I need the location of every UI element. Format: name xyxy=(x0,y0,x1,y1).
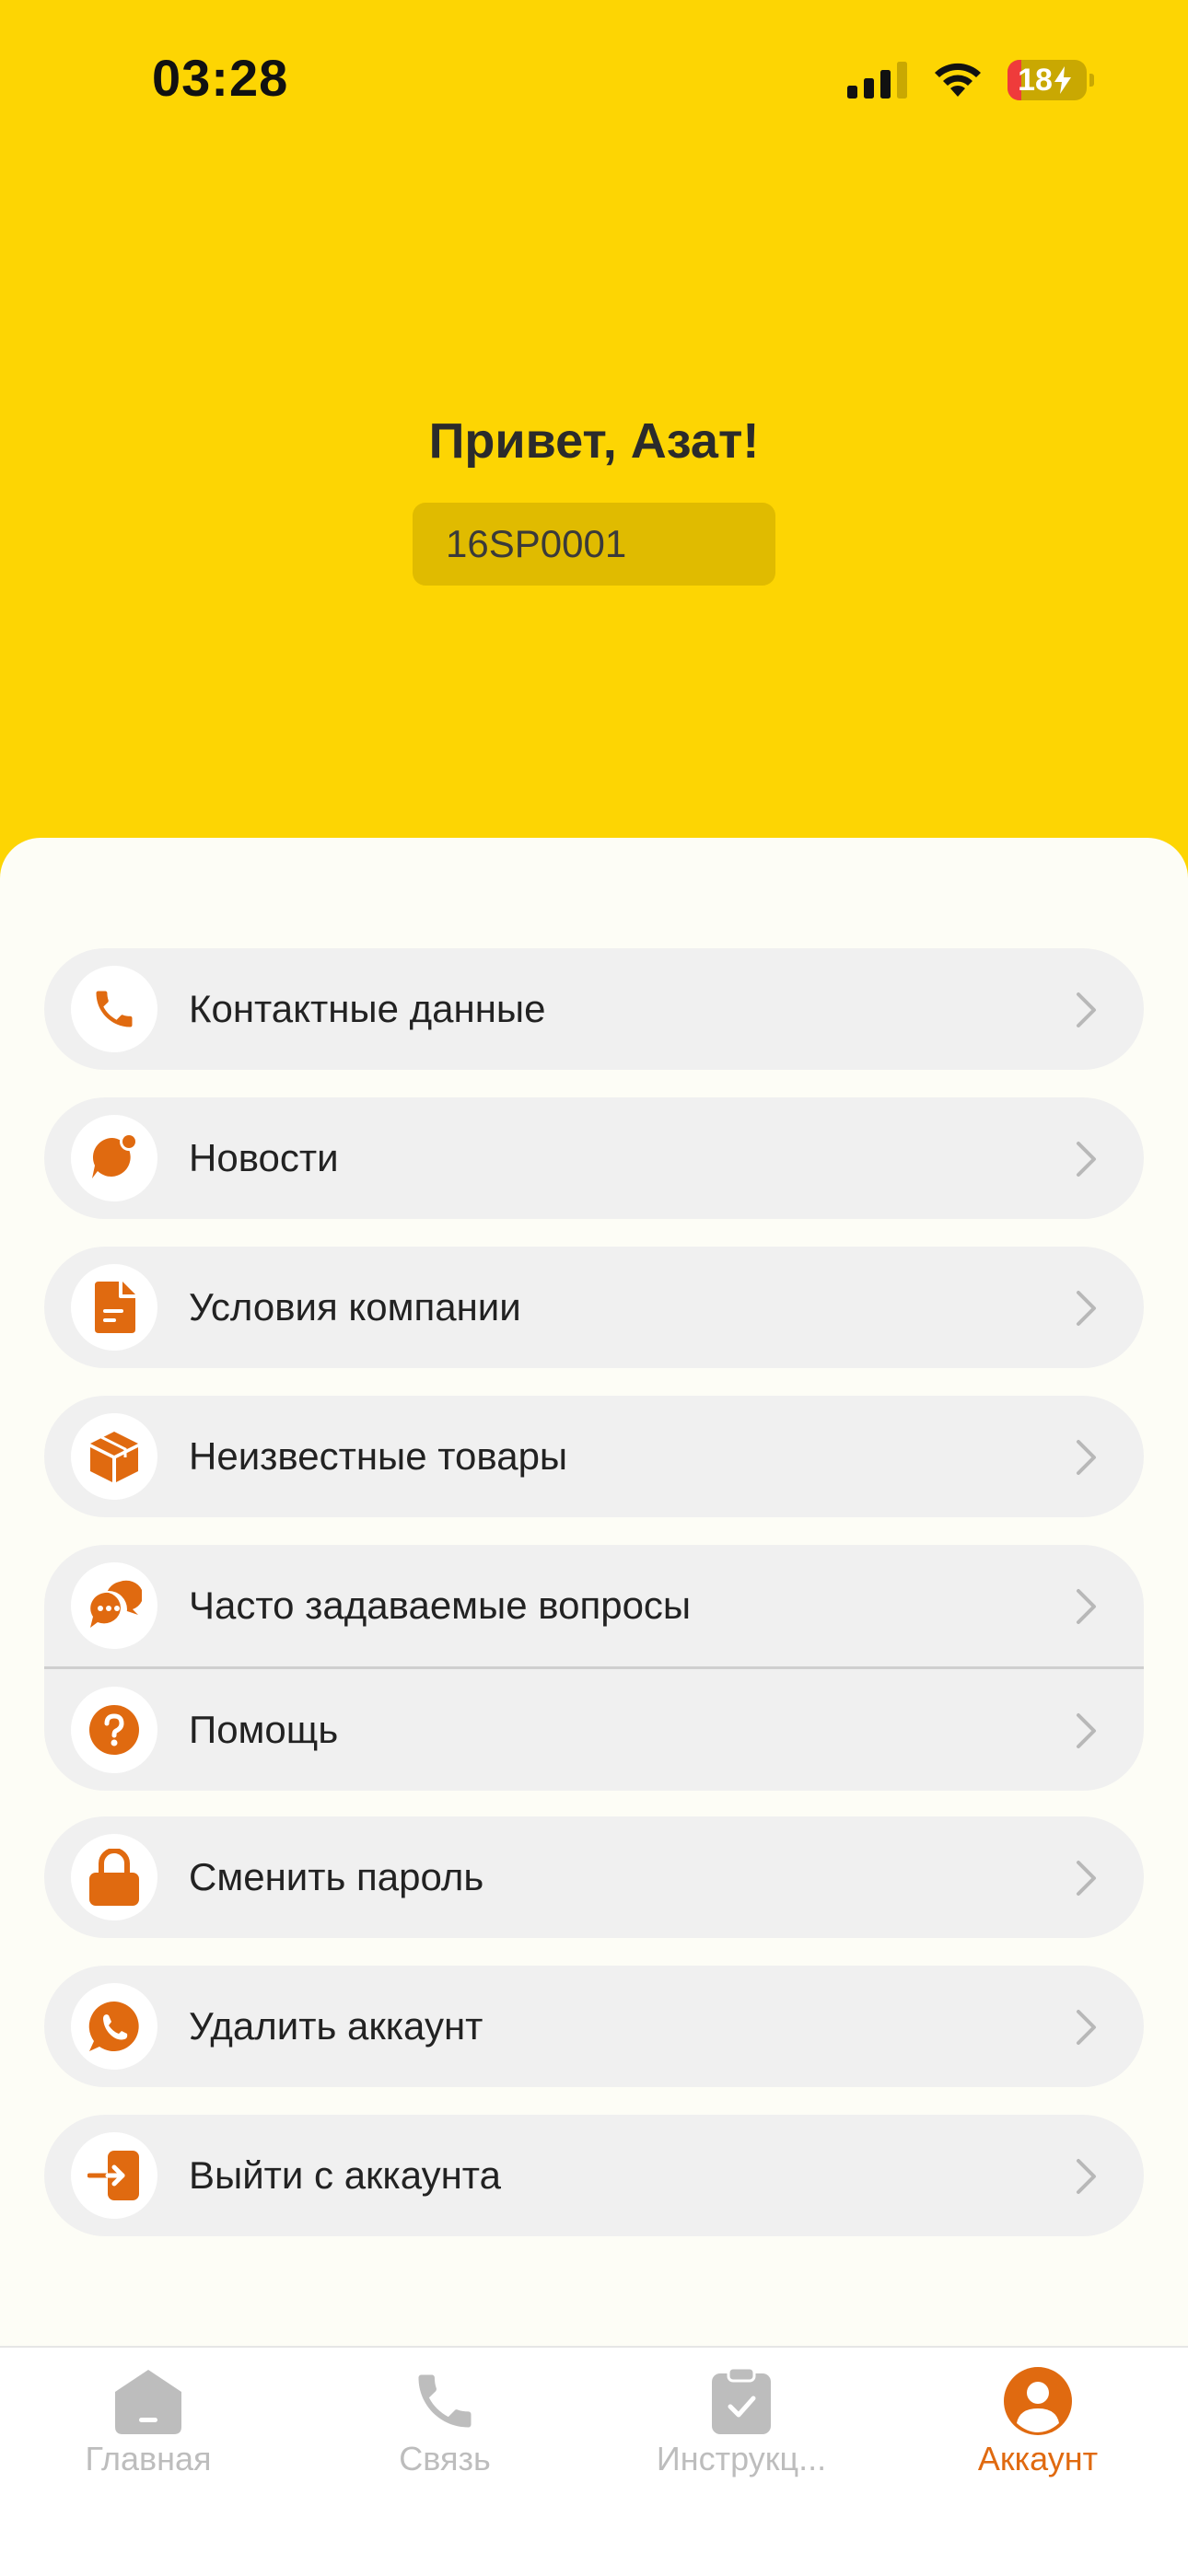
menu-label: Помощь xyxy=(189,1708,339,1751)
lock-icon xyxy=(71,1834,157,1920)
menu-change-password[interactable]: Сменить пароль xyxy=(44,1816,1144,1938)
phone-icon xyxy=(71,966,157,1052)
menu-label: Неизвестные товары xyxy=(189,1434,568,1478)
menu-delete-account[interactable]: Удалить аккаунт xyxy=(44,1966,1144,2087)
menu-label: Часто задаваемые вопросы xyxy=(189,1584,692,1627)
tab-contact[interactable]: Связь xyxy=(297,2364,593,2502)
clipboard-icon xyxy=(700,2364,783,2438)
chevron-right-icon xyxy=(1077,992,1096,1027)
whatsapp-icon xyxy=(71,1983,157,2070)
tab-instructions[interactable]: Инструкц... xyxy=(593,2364,890,2502)
tab-label: Связь xyxy=(399,2440,491,2477)
menu-logout[interactable]: Выйти с аккаунта xyxy=(44,2115,1144,2236)
user-icon xyxy=(996,2364,1079,2438)
wifi-icon xyxy=(935,63,981,97)
menu-label: Сменить пароль xyxy=(189,1855,484,1898)
menu-unknown-goods[interactable]: Неизвестные товары xyxy=(44,1396,1144,1517)
home-icon xyxy=(107,2364,190,2438)
question-icon xyxy=(71,1687,157,1773)
menu-contacts[interactable]: Контактные данные xyxy=(44,948,1144,1070)
status-indicators: 18 xyxy=(847,55,1094,105)
menu-label: Новости xyxy=(189,1136,339,1179)
tab-home[interactable]: Главная xyxy=(0,2364,297,2502)
greeting-title: Привет, Азат! xyxy=(428,413,760,469)
document-icon xyxy=(71,1264,157,1351)
chevron-right-icon xyxy=(1077,1291,1096,1326)
status-bar: 03:28 18 xyxy=(0,0,1188,157)
tab-bar: Главная Связь Инструкц... Аккаунт xyxy=(0,2346,1188,2576)
menu-label: Условия компании xyxy=(189,1285,521,1329)
chevron-right-icon xyxy=(1077,1861,1096,1896)
cellular-signal-icon xyxy=(847,62,907,99)
menu-group-support: Часто задаваемые вопросы Помощь xyxy=(44,1545,1144,1791)
charging-bolt-icon xyxy=(1054,66,1071,94)
menu-terms[interactable]: Условия компании xyxy=(44,1247,1144,1368)
status-time: 03:28 xyxy=(152,49,289,107)
tab-label: Аккаунт xyxy=(977,2440,1099,2477)
menu-label: Выйти с аккаунта xyxy=(189,2153,501,2197)
menu-label: Контактные данные xyxy=(189,987,546,1030)
chevron-right-icon xyxy=(1077,1440,1096,1475)
tab-label: Главная xyxy=(85,2440,212,2477)
battery-indicator: 18 xyxy=(1007,60,1094,100)
chevron-right-icon xyxy=(1077,2010,1096,2045)
tab-label: Инструкц... xyxy=(656,2440,827,2477)
menu-label: Удалить аккаунт xyxy=(189,2004,483,2048)
chevron-right-icon xyxy=(1077,2159,1096,2194)
battery-level: 18 xyxy=(1018,62,1053,98)
user-code-text: 16SP0001 xyxy=(446,522,627,565)
menu-help[interactable]: Помощь xyxy=(44,1669,1144,1791)
chat-bubble-notification-icon xyxy=(71,1115,157,1201)
phone-icon xyxy=(403,2364,486,2438)
menu-faq[interactable]: Часто задаваемые вопросы xyxy=(44,1545,1144,1666)
logout-icon xyxy=(71,2132,157,2219)
user-code-badge[interactable]: 16SP0001 xyxy=(413,503,775,586)
chevron-right-icon xyxy=(1077,1713,1096,1748)
menu-news[interactable]: Новости xyxy=(44,1097,1144,1219)
chevron-right-icon xyxy=(1077,1589,1096,1624)
chat-bubbles-icon xyxy=(71,1562,157,1649)
package-icon xyxy=(71,1413,157,1500)
chevron-right-icon xyxy=(1077,1142,1096,1177)
tab-account[interactable]: Аккаунт xyxy=(890,2364,1186,2502)
